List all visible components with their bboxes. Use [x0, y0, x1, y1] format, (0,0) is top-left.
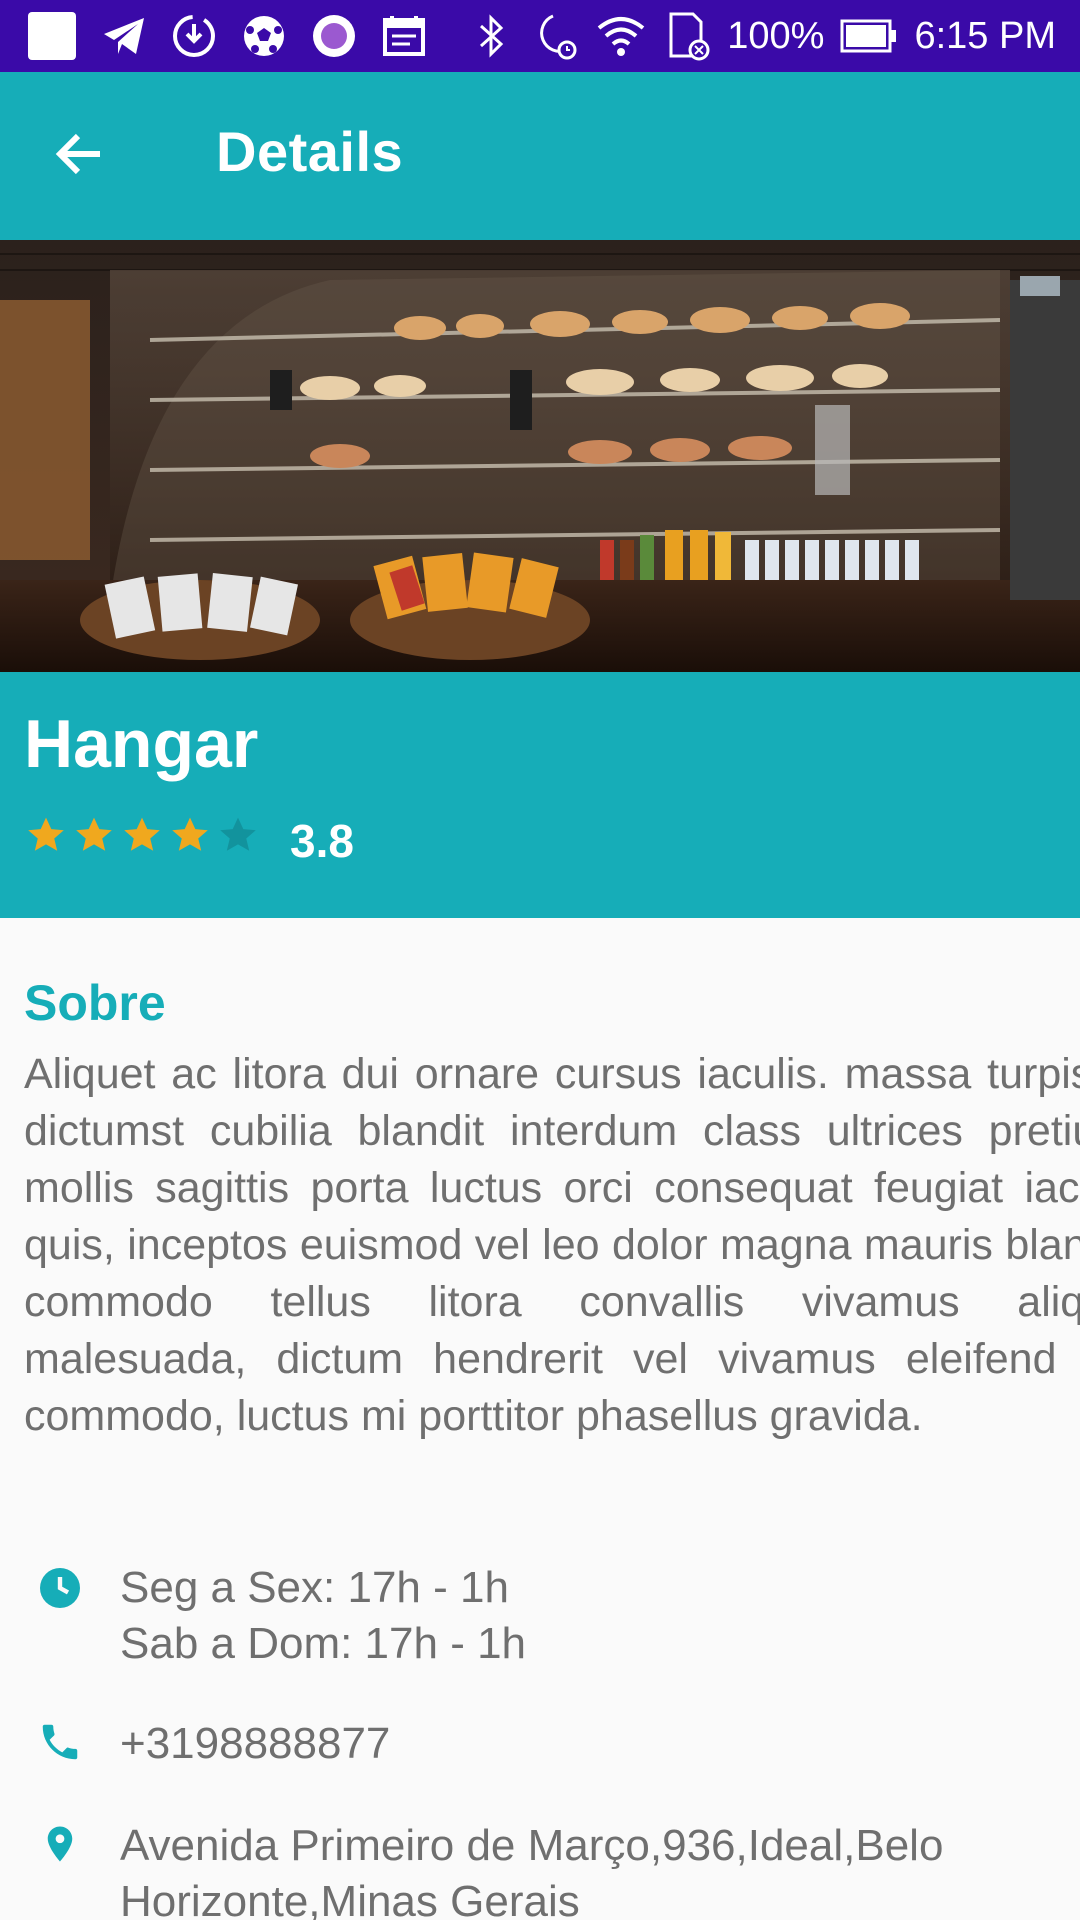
circle-app-icon	[310, 12, 358, 60]
battery-icon	[840, 19, 898, 53]
telegram-icon	[100, 12, 148, 60]
rating-stars	[24, 813, 260, 862]
notification-square-icon	[26, 10, 78, 62]
app-bar: Details	[0, 72, 1080, 240]
download-icon	[170, 12, 218, 60]
about-description: Aliquet ac litora dui ornare cursus iacu…	[24, 1050, 1080, 1440]
star-icon	[72, 813, 116, 862]
notification-icons	[26, 8, 428, 64]
about-heading: Sobre	[24, 975, 166, 1031]
star-icon	[168, 813, 212, 862]
status-bar: 100% 6:15 PM	[0, 0, 1080, 72]
do-not-disturb-alarm-icon	[527, 10, 579, 62]
rating-value: 3.8	[290, 815, 354, 867]
place-name: Hangar	[24, 706, 259, 782]
place-photo	[0, 240, 1080, 672]
calendar-icon	[380, 12, 428, 60]
address-line-2: Horizonte,Minas Gerais	[120, 1877, 580, 1920]
star-icon	[120, 813, 164, 862]
status-time: 6:15 PM	[914, 14, 1056, 57]
phone-icon	[34, 1716, 86, 1768]
hours-weekdays: Seg a Sex: 17h - 1h	[120, 1563, 509, 1612]
arrow-left-icon	[52, 126, 108, 187]
location-pin-icon	[34, 1818, 86, 1870]
address-line-1: Avenida Primeiro de Março,936,Ideal,Belo	[120, 1821, 944, 1870]
details-content: Sobre Aliquet ac litora dui ornare cursu…	[0, 918, 1080, 1920]
sd-card-icon	[663, 10, 711, 62]
back-button[interactable]	[40, 116, 120, 196]
clock-icon	[34, 1562, 86, 1614]
place-header: Hangar 3.8	[0, 672, 1080, 918]
bluetooth-icon	[471, 12, 511, 60]
soccer-ball-icon	[240, 12, 288, 60]
page-title: Details	[216, 120, 404, 183]
phone-number[interactable]: +3198888877	[120, 1716, 390, 1772]
hours-weekend: Sab a Dom: 17h - 1h	[120, 1619, 527, 1668]
rating-row: 3.8	[24, 810, 354, 864]
wifi-icon	[595, 12, 647, 60]
star-icon	[216, 813, 260, 862]
battery-percent: 100%	[727, 14, 825, 57]
system-indicators: 100% 6:15 PM	[471, 8, 1056, 64]
star-icon	[24, 813, 68, 862]
